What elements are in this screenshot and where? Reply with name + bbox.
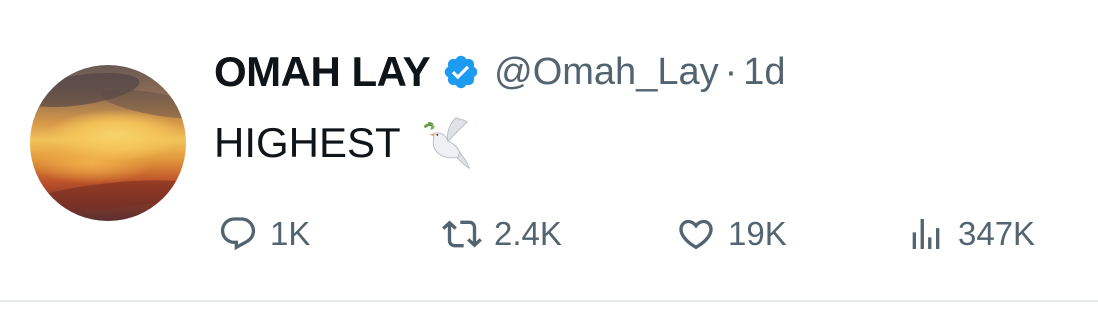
like-button[interactable]: 19K [676, 208, 787, 260]
separator-dot: · [724, 50, 738, 93]
reply-button[interactable]: 1K [218, 208, 310, 260]
tweet[interactable]: OMAH LAY @Omah_Lay · 1d HIGHEST 1K 2.4K … [0, 0, 1098, 310]
views-button[interactable]: 347K [906, 208, 1035, 260]
reply-count: 1K [270, 215, 311, 252]
display-name[interactable]: OMAH LAY [214, 48, 431, 96]
divider [0, 300, 1098, 302]
timestamp[interactable]: 1d [743, 51, 785, 94]
dove-icon [417, 114, 475, 172]
views-chart-icon [912, 219, 940, 249]
user-handle[interactable]: @Omah_Lay [494, 51, 718, 94]
heart-icon [679, 219, 713, 250]
tweet-text: HIGHEST [214, 115, 475, 171]
retweet-button[interactable]: 2.4K [442, 208, 562, 260]
retweet-count: 2.4K [494, 215, 562, 252]
avatar[interactable] [30, 65, 186, 221]
like-count: 19K [728, 215, 787, 252]
tweet-text-content: HIGHEST [214, 119, 401, 166]
reply-icon [220, 217, 256, 251]
tweet-actions: 1K 2.4K 19K 347K [214, 208, 1074, 260]
verified-badge-icon[interactable] [442, 53, 480, 91]
tweet-header: OMAH LAY @Omah_Lay · 1d [214, 44, 786, 100]
views-count: 347K [958, 215, 1036, 252]
retweet-icon [442, 220, 482, 248]
